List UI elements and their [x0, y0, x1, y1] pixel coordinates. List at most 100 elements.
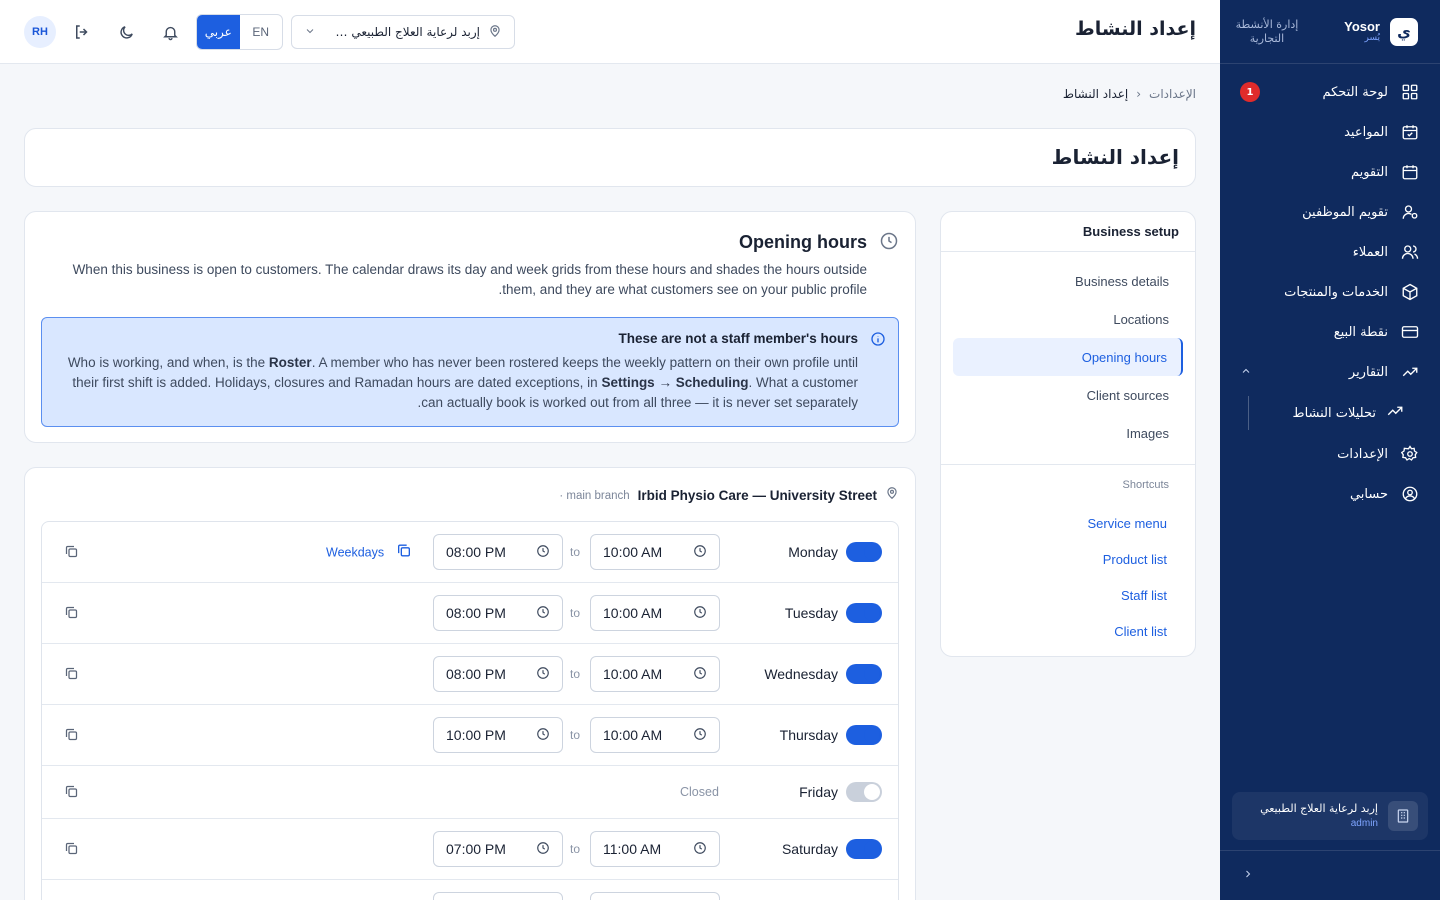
- to-label: to: [570, 606, 581, 620]
- sidebar-item-business-analytics[interactable]: تحليلات النشاط: [1220, 392, 1440, 434]
- clock-icon: [693, 841, 707, 858]
- shortcut-staff-list[interactable]: Staff list: [941, 577, 1195, 613]
- page-title-card: إعداد النشاط: [24, 128, 1196, 187]
- setup-item-business-details[interactable]: Business details: [953, 262, 1183, 300]
- day-toggle[interactable]: [846, 782, 882, 802]
- day-toggle[interactable]: [846, 839, 882, 859]
- sidebar-item-settings[interactable]: الإعدادات: [1220, 434, 1440, 474]
- clock-icon: [536, 544, 550, 561]
- day-toggle[interactable]: [846, 664, 882, 684]
- scheduling-link: Settings → Scheduling: [601, 375, 749, 390]
- clock-icon: [693, 544, 707, 561]
- clock-icon: [536, 605, 550, 622]
- day-row-wednesday: Wednesday 10:00 AM to 08:00 PM: [42, 644, 898, 705]
- sidebar-nav: لوحة التحكم 1 المواعيد التقويم تقويم الم…: [1220, 64, 1440, 514]
- staff-calendar-icon: [1400, 202, 1420, 222]
- breadcrumb: الإعدادات ‹ إعداد النشاط: [1063, 87, 1196, 101]
- brand-tagline: إدارة الأنشطة التجارية: [1235, 18, 1299, 45]
- open-time-input[interactable]: 10:00 AM: [590, 595, 720, 631]
- location-select[interactable]: إربد لرعاية العلاج الطبيعي — ...: [291, 15, 515, 49]
- copy-icon[interactable]: [64, 605, 79, 624]
- setup-item-opening-hours[interactable]: Opening hours: [953, 338, 1183, 376]
- sidebar-item-account[interactable]: حسابي: [1220, 474, 1440, 514]
- card-icon: [1400, 322, 1420, 342]
- clock-icon: [536, 666, 550, 683]
- copy-icon[interactable]: [64, 784, 79, 803]
- calendar-icon: [1400, 162, 1420, 182]
- appointments-icon: [1400, 122, 1420, 142]
- day-label: Thursday: [779, 727, 838, 743]
- business-setup-card: Business setup Business details Location…: [940, 211, 1196, 657]
- hours-table: Monday 10:00 AM to 08:00 PM Weekdays Tue…: [41, 521, 899, 900]
- chevron-up-icon: [1240, 365, 1252, 380]
- setup-item-client-sources[interactable]: Client sources: [953, 376, 1183, 414]
- day-toggle[interactable]: [846, 725, 882, 745]
- setup-item-images[interactable]: Images: [953, 414, 1183, 452]
- sidebar-item-label: التقارير: [1348, 364, 1388, 380]
- collapse-sidebar-button[interactable]: [1220, 850, 1440, 900]
- business-name: إربد لرعاية العلاج الطبيعي: [1260, 802, 1378, 816]
- opening-hours-card: Opening hours When this business is open…: [24, 211, 916, 443]
- dark-mode-icon[interactable]: [114, 20, 138, 44]
- chevron-right-icon: [1242, 868, 1254, 884]
- location-pin-icon: [488, 24, 502, 41]
- open-time-input[interactable]: 10:00 AM: [590, 656, 720, 692]
- to-label: to: [570, 842, 581, 856]
- sidebar-item-label: الخدمات والمنتجات: [1284, 284, 1388, 300]
- apply-weekdays-button[interactable]: Weekdays: [326, 543, 412, 562]
- sidebar-item-staff-calendar[interactable]: تقويم الموظفين: [1220, 192, 1440, 232]
- sidebar-item-pos[interactable]: نقطة البيع: [1220, 312, 1440, 352]
- sidebar-item-reports[interactable]: التقارير: [1220, 352, 1440, 392]
- shortcut-product-list[interactable]: Product list: [941, 541, 1195, 577]
- day-toggle[interactable]: [846, 603, 882, 623]
- shortcut-service-menu[interactable]: Service menu: [941, 505, 1195, 541]
- close-time-input[interactable]: 08:00 PM: [433, 534, 563, 570]
- day-toggle[interactable]: [846, 542, 882, 562]
- business-switcher[interactable]: إربد لرعاية العلاج الطبيعي admin: [1232, 792, 1428, 840]
- open-time-input[interactable]: 11:00 AM: [590, 831, 720, 867]
- language-switcher[interactable]: عربي EN: [196, 14, 283, 50]
- open-time-input[interactable]: 10:00 AM: [590, 717, 720, 753]
- notice-title: These are not a staff member's hours: [618, 331, 858, 346]
- sidebar-item-dashboard[interactable]: لوحة التحكم 1: [1220, 72, 1440, 112]
- clock-icon: [536, 727, 550, 744]
- open-time-input[interactable]: [590, 892, 720, 900]
- gear-icon: [1400, 444, 1420, 464]
- close-time-input[interactable]: [433, 892, 563, 900]
- sidebar-item-clients[interactable]: العملاء: [1220, 232, 1440, 272]
- sidebar-item-appointments[interactable]: المواعيد: [1220, 112, 1440, 152]
- branch-tag: main branch ·: [559, 489, 630, 502]
- copy-icon[interactable]: [64, 666, 79, 685]
- schedule-card: Irbid Physio Care — University Street ma…: [24, 467, 916, 900]
- day-row-thursday: Thursday 10:00 AM to 10:00 PM: [42, 705, 898, 766]
- lang-ar-button[interactable]: عربي: [197, 15, 240, 49]
- copy-icon[interactable]: [64, 544, 79, 563]
- copy-icon[interactable]: [64, 727, 79, 746]
- closed-label: Closed: [680, 785, 719, 799]
- notice-body: Who is working, and when, is the Roster.…: [67, 355, 858, 410]
- sidebar-item-label: التقويم: [1350, 164, 1388, 180]
- sidebar-item-services-products[interactable]: الخدمات والمنتجات: [1220, 272, 1440, 312]
- copy-icon[interactable]: [64, 841, 79, 860]
- logout-icon[interactable]: [70, 20, 94, 44]
- setup-item-locations[interactable]: Locations: [953, 300, 1183, 338]
- close-time-input[interactable]: 10:00 PM: [433, 717, 563, 753]
- bell-icon[interactable]: [158, 20, 182, 44]
- lang-en-button[interactable]: EN: [240, 15, 283, 49]
- clock-icon: [693, 727, 707, 744]
- location-select-value: إربد لرعاية العلاج الطبيعي — ...: [324, 25, 480, 39]
- close-time-input[interactable]: 08:00 PM: [433, 595, 563, 631]
- close-time-input[interactable]: 07:00 PM: [433, 831, 563, 867]
- shortcut-client-list[interactable]: Client list: [941, 613, 1195, 649]
- user-avatar[interactable]: RH: [24, 16, 56, 48]
- breadcrumb-parent[interactable]: الإعدادات: [1149, 87, 1196, 101]
- brand[interactable]: ي Yosor يُسر إدارة الأنشطة التجارية: [1220, 0, 1440, 64]
- open-time-input[interactable]: 10:00 AM: [590, 534, 720, 570]
- sidebar-item-calendar[interactable]: التقويم: [1220, 152, 1440, 192]
- building-icon: [1388, 801, 1418, 831]
- sidebar-item-label: المواعيد: [1344, 124, 1388, 140]
- copy-icon: [396, 543, 412, 562]
- clock-icon: [693, 666, 707, 683]
- close-time-input[interactable]: 08:00 PM: [433, 656, 563, 692]
- breadcrumb-separator: ‹: [1136, 87, 1142, 101]
